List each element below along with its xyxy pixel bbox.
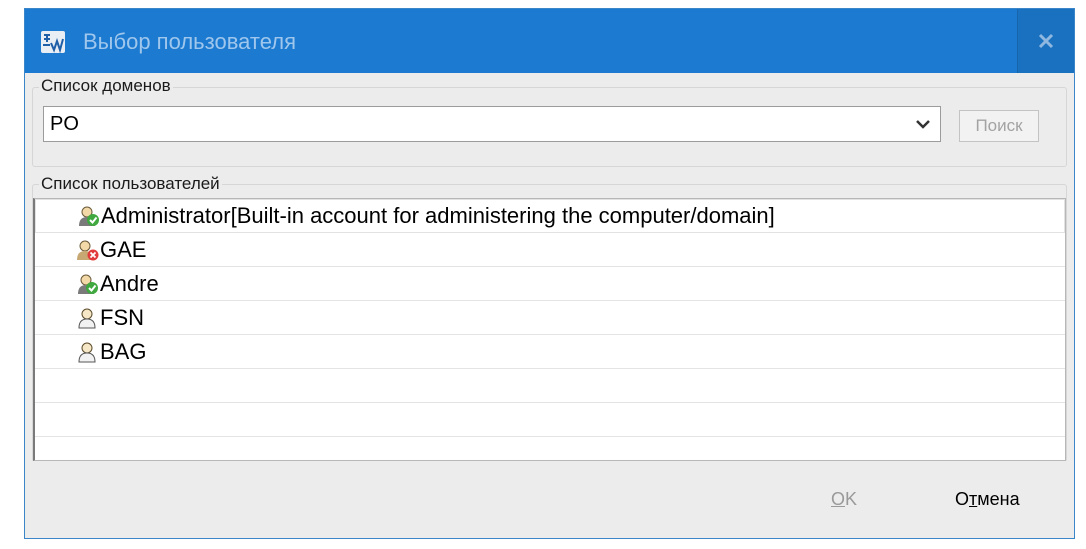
list-item[interactable]: FSN [35,301,1065,335]
list-item[interactable]: BAG [35,335,1065,369]
close-button[interactable] [1017,9,1074,73]
domain-list-group: Список доменов PO Поиск [32,76,1067,167]
ok-button[interactable]: OK [831,489,857,510]
user-name: GAE [100,236,147,262]
empty-row [35,403,1065,437]
list-item[interactable]: Administrator[Built-in account for admin… [35,199,1065,233]
user-list-label: Список пользователей [39,174,222,194]
user-ok-icon [79,206,99,226]
user-icon [78,342,96,362]
user-list[interactable]: Administrator[Built-in account for admin… [33,198,1066,461]
domain-list-label: Список доменов [39,76,173,96]
domain-selected-value: PO [50,113,79,135]
user-ok-icon [78,274,98,294]
user-name: Administrator[Built-in account for admin… [101,203,775,228]
window-title: Выбор пользователя [83,29,296,54]
close-icon [1038,33,1054,49]
user-name: BAG [100,338,147,364]
cancel-button[interactable]: Отмена [955,489,1020,510]
user-name: Andre [100,270,159,296]
user-name: FSN [100,304,144,330]
app-icon [41,31,65,53]
list-item[interactable]: GAE [35,233,1065,267]
user-list-group: Список пользователей Administrator[Built… [32,174,1067,462]
empty-row [35,437,1065,460]
list-item[interactable]: Andre [35,267,1065,301]
dialog-footer: OK Отмена [25,461,1074,538]
user-selection-dialog: Выбор пользователя Список доменов PO Пои… [24,8,1075,539]
user-disabled-icon [77,240,99,260]
user-icon [78,308,96,328]
domain-select[interactable]: PO [43,106,941,142]
title-bar[interactable]: Выбор пользователя [25,9,1074,73]
chevron-down-icon[interactable] [910,111,936,137]
empty-row [35,369,1065,403]
search-button[interactable]: Поиск [959,110,1039,142]
